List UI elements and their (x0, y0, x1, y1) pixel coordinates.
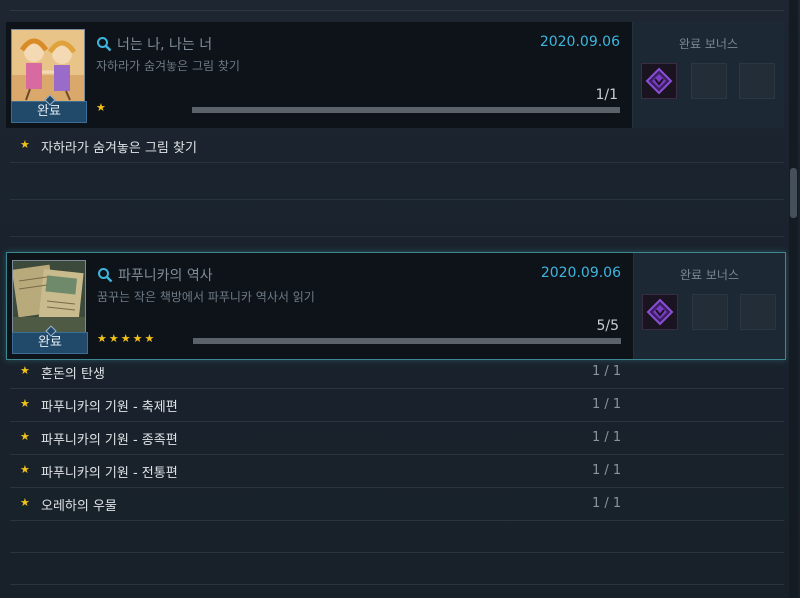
reward-slot[interactable] (641, 63, 677, 99)
reward-slot-empty (740, 294, 776, 330)
task-progress: 1 / 1 (592, 364, 622, 379)
complete-badge: 완료 (11, 94, 87, 123)
search-icon (97, 37, 112, 52)
achievement-main[interactable]: 완료 너는 나, 나는 너 2020.09.06 자하라가 숨겨놓은 그림 찾기… (6, 22, 632, 128)
complete-badge-label: 완료 (37, 104, 61, 119)
achievement-thumbnail (11, 29, 85, 103)
progress-bar (193, 338, 621, 344)
progress-count: 1/1 (595, 87, 618, 103)
task-label: 혼돈의 탄생 (41, 367, 105, 382)
task-progress: 1 / 1 (592, 397, 622, 412)
scrollbar[interactable] (789, 0, 798, 598)
completion-bonus-panel: 완료 보너스 (632, 22, 784, 128)
task-progress: 1 / 1 (592, 430, 622, 445)
reward-slot[interactable] (642, 294, 678, 330)
task-label: 파푸니카의 기원 - 종족편 (41, 433, 178, 448)
reward-slot-empty (691, 63, 727, 99)
search-icon (98, 268, 113, 283)
task-row: ★ 파푸니카의 기원 - 축제편 1 / 1 (10, 389, 784, 422)
reward-slot-empty (739, 63, 775, 99)
completion-date: 2020.09.06 (539, 34, 620, 50)
achievement-title: 파푸니카의 역사 (118, 268, 213, 284)
star-icon: ★ (20, 397, 30, 410)
achievement-card[interactable]: 완료 너는 나, 나는 너 2020.09.06 자하라가 숨겨놓은 그림 찾기… (6, 22, 784, 128)
reward-slot-empty (692, 294, 728, 330)
achievement-thumbnail (12, 260, 86, 334)
star-icon: ★ (20, 496, 30, 509)
task-row: ★ 파푸니카의 기원 - 전통편 1 / 1 (10, 455, 784, 488)
task-label: 파푸니카의 기원 - 전통편 (41, 466, 178, 481)
star-icon: ★ (20, 430, 30, 443)
task-label: 오레하의 우물 (41, 499, 117, 514)
task-list: ★ 혼돈의 탄생 1 / 1 ★ 파푸니카의 기원 - 축제편 1 / 1 ★ … (10, 356, 784, 585)
task-row: ★ 오레하의 우물 1 / 1 (10, 488, 784, 521)
complete-badge: 완료 (12, 325, 88, 354)
empty-row (10, 200, 784, 237)
task-progress: 1 / 1 (592, 463, 622, 478)
purple-emblem-icon (643, 295, 677, 329)
achievement-subtitle: 자하라가 숨겨놓은 그림 찾기 (96, 59, 240, 73)
task-row: ★ 혼돈의 탄생 1 / 1 (10, 356, 784, 389)
empty-row (10, 163, 784, 200)
achievement-title: 너는 나, 나는 너 (117, 37, 213, 53)
top-divider (10, 0, 784, 11)
progress-bar-fill (192, 107, 620, 113)
achievement-main[interactable]: 완료 파푸니카의 역사 2020.09.06 꿈꾸는 작은 책방에서 파푸니카 … (7, 253, 633, 359)
task-row: ★ 자하라가 숨겨놓은 그림 찾기 (10, 130, 784, 163)
empty-row (10, 553, 784, 585)
achievement-subtitle: 꿈꾸는 작은 책방에서 파푸니카 역사서 읽기 (97, 290, 315, 304)
achievement-card-selected[interactable]: 완료 파푸니카의 역사 2020.09.06 꿈꾸는 작은 책방에서 파푸니카 … (6, 252, 786, 360)
completion-date: 2020.09.06 (540, 265, 621, 281)
task-row: ★ 파푸니카의 기원 - 종족편 1 / 1 (10, 422, 784, 455)
star-icon: ★ (20, 364, 30, 377)
task-progress: 1 / 1 (592, 496, 622, 511)
progress-bar-fill (193, 338, 621, 344)
task-label: 자하라가 숨겨놓은 그림 찾기 (41, 141, 197, 156)
scrollbar-thumb[interactable] (790, 168, 797, 218)
star-rating: ★★★★★ (97, 332, 157, 345)
complete-badge-label: 완료 (38, 335, 62, 350)
progress-bar (192, 107, 620, 113)
completion-bonus-panel: 완료 보너스 (633, 253, 785, 359)
task-label: 파푸니카의 기원 - 축제편 (41, 400, 178, 415)
task-list: ★ 자하라가 숨겨놓은 그림 찾기 (10, 130, 784, 237)
progress-count: 5/5 (596, 318, 619, 334)
empty-row (10, 521, 784, 553)
star-rating: ★ (96, 101, 108, 114)
star-icon: ★ (20, 138, 30, 151)
bonus-title: 완료 보너스 (679, 268, 739, 282)
star-icon: ★ (20, 463, 30, 476)
purple-emblem-icon (642, 64, 676, 98)
bonus-title: 완료 보너스 (678, 37, 738, 51)
